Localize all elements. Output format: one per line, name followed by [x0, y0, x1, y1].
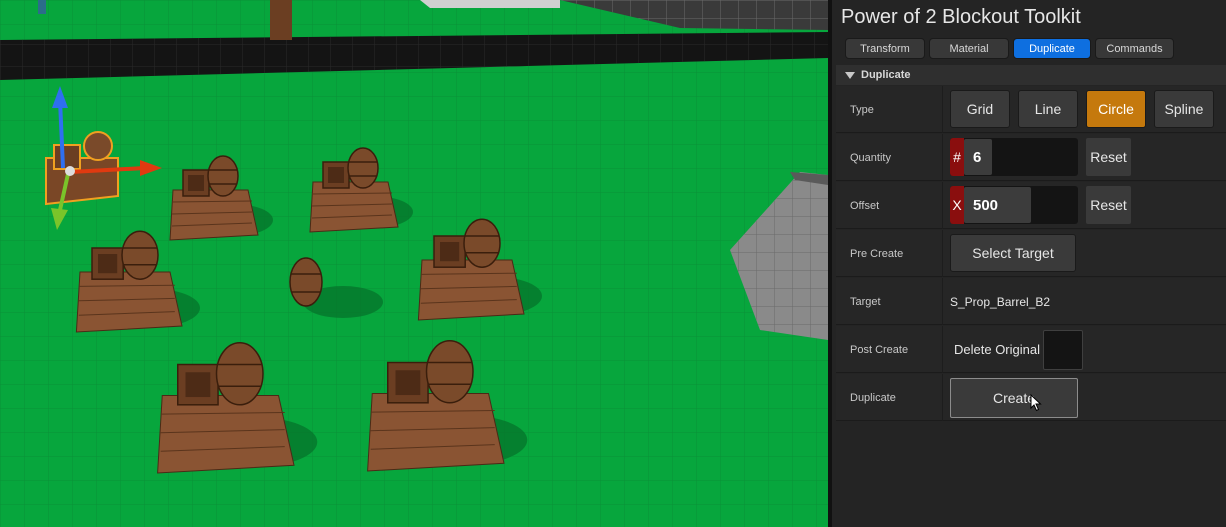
create-button[interactable]: Create [950, 378, 1078, 418]
section-title: Duplicate [861, 69, 911, 81]
type-spline-button[interactable]: Spline [1154, 90, 1214, 128]
viewport-scene [0, 0, 828, 527]
target-label: Target [850, 295, 881, 308]
row-post-create: Post Create Delete Original [836, 326, 1226, 373]
tab-bar: Transform Material Duplicate Commands [845, 38, 1174, 59]
type-grid-button[interactable]: Grid [950, 90, 1010, 128]
mouse-cursor-icon [1030, 394, 1042, 412]
type-label: Type [850, 103, 874, 116]
type-circle-button[interactable]: Circle [1086, 90, 1146, 128]
blockout-toolkit-panel: Power of 2 Blockout Toolkit Transform Ma… [828, 0, 1226, 527]
delete-original-checkbox[interactable] [1043, 330, 1083, 370]
quantity-label: Quantity [850, 151, 891, 164]
quantity-reset-button[interactable]: Reset [1086, 138, 1131, 176]
pre-create-label: Pre Create [850, 247, 904, 260]
level-viewport[interactable] [0, 0, 828, 527]
row-offset: Offset X 500 Reset [836, 182, 1226, 229]
row-target: Target S_Prop_Barrel_B2 [836, 278, 1226, 325]
select-target-button[interactable]: Select Target [950, 234, 1076, 272]
quantity-axis-label: # [950, 138, 964, 176]
row-type: Type Grid Line Circle Spline [836, 86, 1226, 133]
quantity-value: 6 [973, 148, 982, 166]
delete-original-label: Delete Original [954, 342, 1040, 357]
row-pre-create: Pre Create Select Target [836, 230, 1226, 277]
tab-commands[interactable]: Commands [1095, 38, 1174, 59]
offset-reset-button[interactable]: Reset [1086, 186, 1131, 224]
target-value: S_Prop_Barrel_B2 [950, 294, 1051, 309]
offset-value: 500 [973, 196, 999, 214]
tab-transform[interactable]: Transform [845, 38, 925, 59]
quantity-field[interactable]: # 6 [950, 138, 1078, 176]
duplicate-label: Duplicate [850, 391, 896, 404]
row-duplicate: Duplicate Create [836, 374, 1226, 421]
offset-axis-label: X [950, 186, 964, 224]
section-duplicate[interactable]: Duplicate [836, 65, 1226, 85]
panel-title: Power of 2 Blockout Toolkit [841, 6, 1081, 28]
offset-label: Offset [850, 199, 880, 212]
tab-duplicate[interactable]: Duplicate [1013, 38, 1091, 59]
row-quantity: Quantity # 6 Reset [836, 134, 1226, 181]
chevron-down-icon [845, 71, 855, 79]
post-create-label: Post Create [850, 343, 909, 356]
type-line-button[interactable]: Line [1018, 90, 1078, 128]
tab-material[interactable]: Material [929, 38, 1009, 59]
offset-field[interactable]: X 500 [950, 186, 1078, 224]
